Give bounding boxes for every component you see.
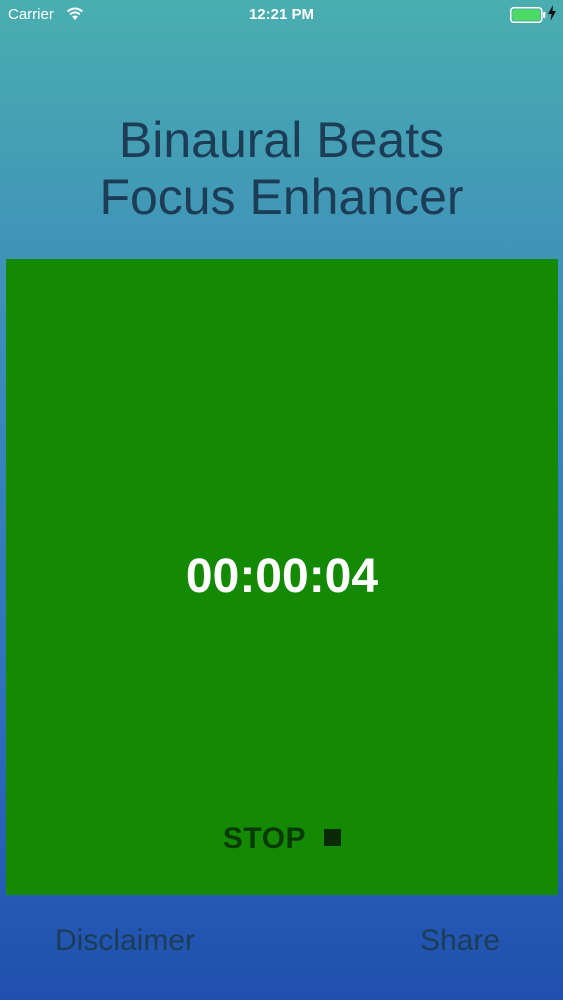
- stop-button[interactable]: STOP: [206, 819, 358, 859]
- status-bar: Carrier 12:21 PM: [0, 0, 563, 30]
- disclaimer-button[interactable]: Disclaimer: [55, 924, 195, 958]
- title-line-2: Focus Enhancer: [99, 169, 464, 225]
- charging-bolt-icon: [548, 5, 556, 21]
- battery-icon: [510, 7, 546, 23]
- player-panel: 00:00:04 STOP: [6, 259, 558, 895]
- title-line-1: Binaural Beats: [118, 112, 445, 168]
- stop-button-label: STOP: [222, 822, 307, 855]
- stop-square-icon: [324, 828, 342, 846]
- status-time: 12:21 PM: [248, 6, 315, 23]
- page-title: Binaural Beats Focus Enhancer: [0, 112, 563, 226]
- elapsed-timer: 00:00:04: [185, 550, 379, 603]
- share-button[interactable]: Share: [420, 924, 500, 958]
